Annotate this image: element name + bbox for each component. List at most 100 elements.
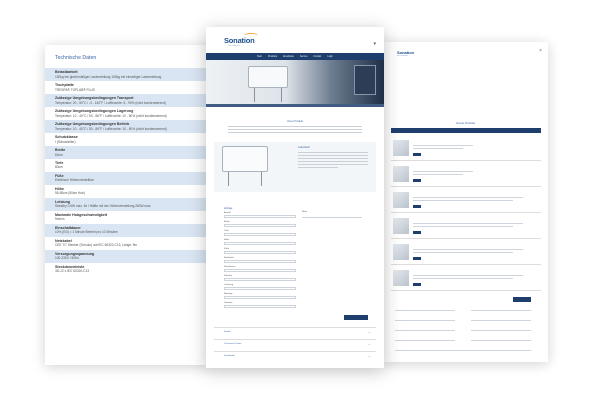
menu-icon[interactable]: ▾ (373, 41, 376, 47)
spec-value: Temperatur: 10 - 40°C / 50 - 86°F / Luft… (55, 113, 167, 118)
product-thumbnail (393, 166, 409, 182)
detail-button[interactable] (413, 257, 421, 260)
spec-row: Zulässige Umgebungsbedingungen Lagerung T… (45, 107, 210, 120)
spec-row: Tiefe 80cm (45, 159, 210, 172)
spec-row: Versorgungsspannung 100-230V / 50Hz (45, 249, 210, 263)
spec-row: Zulässige Umgebungsbedingungen Betrieb Te… (45, 119, 210, 133)
select-field[interactable] (224, 269, 296, 273)
nav-item[interactable]: Start (257, 56, 262, 58)
spec-value: Temperatur: 10 - 40°C / 50 - 86°F / Luft… (55, 126, 167, 131)
spec-value: 60cm (55, 152, 63, 157)
plus-icon: + (368, 342, 370, 346)
spec-value: 150kg bei gleichmäßiger Lastverteilung 1… (55, 74, 162, 79)
field-label: Zubehör (224, 275, 233, 277)
spec-value: 9mm/s (55, 217, 65, 222)
request-button[interactable] (513, 297, 531, 302)
banner-title: Unsere Produkte (455, 122, 476, 125)
brand-logo[interactable]: Sonation lab solutions (224, 33, 258, 47)
field-label: Lieferung (224, 284, 234, 286)
select-field[interactable] (224, 305, 296, 309)
detail-button[interactable] (413, 179, 421, 182)
accordion-item[interactable]: Details + (214, 327, 376, 335)
select-field[interactable] (224, 296, 296, 300)
request-title: Anfrage (224, 207, 233, 210)
nav-bar[interactable] (391, 128, 541, 133)
product-thumbnail (393, 192, 409, 208)
product-thumbnail (393, 270, 409, 286)
list-item[interactable] (391, 163, 541, 187)
accordion-label: Technische Daten (224, 343, 242, 345)
select-field[interactable] (224, 224, 296, 228)
spec-value: 100-230V / 50Hz (55, 256, 79, 261)
accordion-item[interactable]: Technische Daten + (214, 339, 376, 347)
nav-item[interactable]: Kontakt (314, 56, 322, 58)
spec-value: 55-65cm (50cm Hub) (55, 191, 85, 196)
plus-icon: + (368, 330, 370, 334)
field-label: Höhe (224, 239, 230, 241)
nav-item[interactable]: Produkte (268, 56, 277, 58)
intro-title: Unser Produkt (287, 120, 303, 123)
nav-item[interactable]: Service (300, 56, 308, 58)
field-label: Breite (224, 221, 230, 223)
spec-value: 3D-12 x IEC 60320-C13 (55, 269, 90, 274)
spec-row: Füße Elektrisch Höhenverstellbar (45, 171, 210, 185)
list-item[interactable] (391, 241, 541, 265)
product-image (222, 146, 268, 172)
field-label: Netzkabel (224, 257, 234, 259)
product-thumbnail (393, 140, 409, 156)
feature-title: Labortisch (298, 146, 310, 149)
select-field[interactable] (224, 242, 296, 246)
list-item[interactable] (391, 189, 541, 213)
spec-row: Belastbarkeit 150kg bei gleichmäßiger Las… (45, 68, 210, 81)
detail-button[interactable] (413, 283, 421, 286)
select-field[interactable] (224, 260, 296, 264)
spec-row: Leistung Standby 0,6W max. 6x / Hälfte mi… (45, 197, 210, 211)
accordion-label: Downloads (224, 355, 235, 357)
spec-value: 80cm (55, 165, 63, 170)
spec-value: TRESPA® TOPLAB® PLUS (55, 87, 95, 92)
select-field[interactable] (224, 278, 296, 282)
spec-row: Einschaltdauer 10% (ED) = 1 Minute Betrie… (45, 223, 210, 237)
spec-value: I (Schutzleiter) (55, 139, 76, 144)
spec-value: 10% (ED) = 1 Minute Betrieb pro 10 Minut… (55, 230, 118, 235)
field-label: Anzahl (224, 212, 231, 214)
detail-button[interactable] (413, 231, 421, 234)
spec-row: Breite 60cm (45, 145, 210, 159)
spec-row: Höhe 55-65cm (50cm Hub) (45, 185, 210, 198)
nav-item[interactable]: Login (327, 56, 333, 58)
nav-item[interactable]: Ersatzteile (283, 56, 294, 58)
product-thumbnail (393, 218, 409, 234)
send-request-button[interactable] (344, 315, 368, 320)
field-label: Garantie (224, 302, 233, 304)
spec-row: Zulässige Umgebungsbedingungen Transport… (45, 93, 210, 107)
select-field[interactable] (224, 251, 296, 255)
detail-button[interactable] (413, 205, 421, 208)
spec-row: Tischplatte TRESPA® TOPLAB® PLUS (45, 81, 210, 94)
field-label: Füße (224, 248, 230, 250)
detail-button[interactable] (413, 153, 421, 156)
hero-image (206, 60, 384, 104)
list-item[interactable] (391, 137, 541, 161)
select-field[interactable] (224, 287, 296, 291)
brand-logo[interactable]: Sonation lab solutions (397, 50, 414, 57)
list-item[interactable] (391, 215, 541, 239)
spec-value: Temperatur: 20 - 50°C / -4 - 140°F / Luf… (55, 100, 166, 105)
spec-row: Schutzklasse I (Schutzleiter) (45, 133, 210, 146)
spec-value: Elektrisch Höhenverstellbar (55, 178, 94, 183)
spec-value: CEE 7/7 Stecker (Schuko) auf IEC 60320-C… (55, 243, 138, 248)
main-nav: Start Produkte Ersatzteile Service Kontakt Lo… (206, 53, 384, 60)
product-list-page: Sonation lab solutions × Unsere Produkte (383, 42, 548, 362)
select-field[interactable] (224, 233, 296, 237)
spec-row: Maximale Hubgeschwindigkeit 9mm/s (45, 211, 210, 224)
field-label: Montage (224, 293, 233, 295)
breadcrumb (206, 104, 384, 107)
feature-block: Labortisch (214, 142, 376, 192)
field-label: Steckdosen (224, 266, 236, 268)
spec-value: Standby 0,6W max. 6x / Hälfte mit der Hö… (55, 204, 152, 209)
close-icon[interactable]: × (539, 48, 542, 54)
list-item[interactable] (391, 267, 541, 291)
accordion-item[interactable]: Downloads + (214, 351, 376, 359)
select-field[interactable] (224, 215, 296, 219)
accordion-label: Details (224, 331, 231, 333)
spec-row: Steckdosenleiste 3D-12 x IEC 60320-C13 (45, 263, 210, 276)
